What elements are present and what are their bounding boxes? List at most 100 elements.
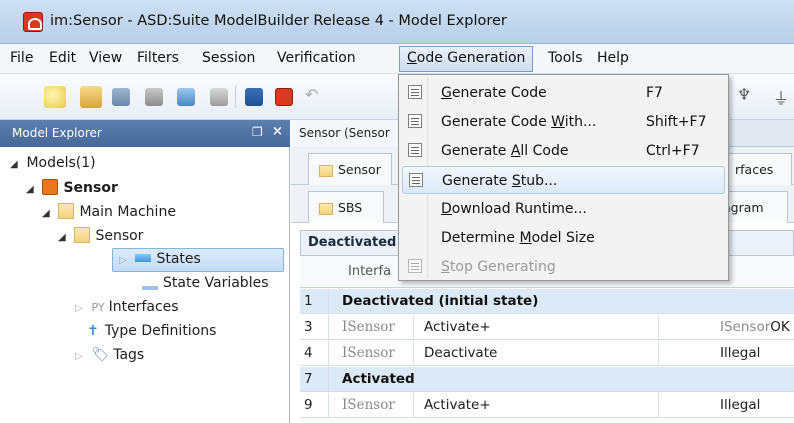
menu-item-generate-all-code[interactable]: Generate All Code Ctrl+F7 <box>402 137 725 165</box>
menu-item-label: Generate All Code <box>441 143 569 159</box>
state-row[interactable]: 1 Deactivated (initial state) <box>300 289 794 314</box>
menu-code-icon <box>409 173 423 187</box>
new-icon[interactable] <box>44 86 66 108</box>
open-folder-icon[interactable] <box>80 86 102 108</box>
table-row[interactable]: 9 ISensor Activate+ Illegal <box>300 393 794 418</box>
menu-item-label: Generate Code With... <box>441 114 597 130</box>
menu-code-icon <box>408 85 422 99</box>
menu-item-label: Generate Code <box>441 85 547 101</box>
states-icon <box>135 254 152 262</box>
menu-view[interactable]: View <box>89 50 122 66</box>
menu-item-generate-code[interactable]: Generate Code F7 <box>402 79 725 107</box>
type-icon: ✝ <box>87 323 99 339</box>
menu-item-label: Determine Model Size <box>441 230 595 246</box>
close-icon[interactable]: × <box>272 124 283 139</box>
tree-item-state-variables[interactable]: State Variables <box>142 275 269 299</box>
tab-label: agram <box>723 200 764 215</box>
menu-file[interactable]: File <box>10 50 33 66</box>
model-icon[interactable] <box>177 88 195 106</box>
variable-icon <box>142 280 158 290</box>
cell-divider <box>413 393 414 418</box>
state-header: Deactivated <box>308 235 397 250</box>
menu-item-stop-generating: Stop Generating <box>402 253 725 281</box>
tab-sbs[interactable]: SBS <box>308 191 384 223</box>
menu-help[interactable]: Help <box>597 50 629 66</box>
filter-icon[interactable]: ♆ <box>737 85 759 107</box>
tree-label: Sensor <box>95 228 144 244</box>
menu-item-label: Download Runtime... <box>441 201 587 217</box>
menu-item-shortcut: Ctrl+F7 <box>646 143 700 159</box>
menu-tools[interactable]: Tools <box>548 50 583 66</box>
panel-title: Model Explorer <box>12 126 102 140</box>
tree-item-models[interactable]: ◢ Models(1) <box>10 155 96 179</box>
tree-item-sensor-root[interactable]: ◢ Sensor <box>26 179 118 203</box>
machine-icon <box>319 165 333 177</box>
column-header-interface[interactable]: Interfa <box>348 264 391 279</box>
tree-label: Models(1) <box>26 155 96 171</box>
machine-icon <box>58 203 75 219</box>
menu-item-generate-stub[interactable]: Generate Stub... <box>402 166 725 194</box>
model-explorer-panel: Model Explorer ❐ × ◢ Models(1) ◢ Sensor … <box>0 120 290 423</box>
event-cell: Deactivate <box>424 345 498 361</box>
table-row[interactable]: 3 ISensor Activate+ ISensorOK <box>300 315 794 340</box>
menu-edit[interactable]: Edit <box>49 50 76 66</box>
menu-item-label: Generate Stub... <box>442 173 558 189</box>
menu-item-determine-model-size[interactable]: Determine Model Size <box>402 224 725 252</box>
menu-code-generation[interactable]: Code Generation <box>399 46 534 72</box>
cell-divider <box>328 315 329 340</box>
panel-header: Model Explorer ❐ × <box>0 120 290 147</box>
table-row[interactable]: 4 ISensor Deactivate Illegal <box>300 341 794 366</box>
collapsed-arrow-icon[interactable]: ▷ <box>75 351 87 362</box>
tab-interfaces[interactable]: rfaces <box>724 153 792 185</box>
menu-session[interactable]: Session <box>202 50 255 66</box>
document-tab[interactable]: Sensor (Sensor <box>291 120 399 147</box>
app-icon <box>23 12 43 32</box>
undo-icon[interactable]: ↶ <box>305 85 327 107</box>
verify-icon[interactable] <box>245 88 263 106</box>
tab-label: Sensor <box>338 162 381 177</box>
cell-divider <box>413 341 414 366</box>
interface-cell: ISensor <box>342 319 395 335</box>
tree-item-type-definitions[interactable]: ✝ Type Definitions <box>87 323 216 347</box>
tree-item-interfaces[interactable]: ▷ PY Interfaces <box>75 299 179 323</box>
collapsed-arrow-icon[interactable]: ▷ <box>75 303 87 314</box>
asd-icon[interactable] <box>275 88 293 106</box>
row-number: 4 <box>304 345 313 361</box>
cell-divider <box>328 367 329 392</box>
menu-item-shortcut: F7 <box>646 85 663 101</box>
tab-sensor[interactable]: Sensor <box>308 153 392 185</box>
menu-filters[interactable]: Filters <box>137 50 179 66</box>
save-icon[interactable] <box>112 88 130 106</box>
print-icon[interactable] <box>145 88 163 106</box>
menu-item-shortcut: Shift+F7 <box>646 114 707 130</box>
event-cell: Activate+ <box>424 397 491 413</box>
expanded-arrow-icon[interactable]: ◢ <box>58 232 70 243</box>
cell-divider <box>328 341 329 366</box>
tab-label: SBS <box>338 200 363 215</box>
pin-icon[interactable]: ❐ <box>252 125 263 139</box>
tree-label: Tags <box>113 347 145 363</box>
row-number: 7 <box>304 371 313 387</box>
expanded-arrow-icon[interactable]: ◢ <box>42 208 54 219</box>
collapsed-arrow-icon[interactable]: ▷ <box>119 255 131 266</box>
tab-label: rfaces <box>735 162 774 177</box>
toolbar-separator <box>235 86 236 108</box>
tree-item-tags[interactable]: ▷ 🏷 Tags <box>75 347 144 371</box>
state-row[interactable]: 7 Activated <box>300 367 794 392</box>
properties-icon[interactable] <box>210 88 228 106</box>
menu-verification[interactable]: Verification <box>277 50 356 66</box>
component-icon <box>42 179 59 195</box>
interface-icon: PY <box>91 301 105 314</box>
menu-item-download-runtime[interactable]: Download Runtime... <box>402 195 725 223</box>
machine-icon <box>74 227 91 243</box>
menu-item-generate-code-with[interactable]: Generate Code With... Shift+F7 <box>402 108 725 136</box>
row-number: 3 <box>304 319 313 335</box>
action-cell: Illegal <box>720 397 761 413</box>
tree-label: State Variables <box>163 275 269 291</box>
expanded-arrow-icon[interactable]: ◢ <box>26 184 38 195</box>
tree-item-main-machine[interactable]: ◢ Main Machine <box>42 203 176 227</box>
action-cell: Illegal <box>720 345 761 361</box>
tree-item-states[interactable]: ▷ States <box>112 248 284 272</box>
funnel-icon[interactable]: ⏚ <box>773 85 794 108</box>
expanded-arrow-icon[interactable]: ◢ <box>10 159 22 170</box>
